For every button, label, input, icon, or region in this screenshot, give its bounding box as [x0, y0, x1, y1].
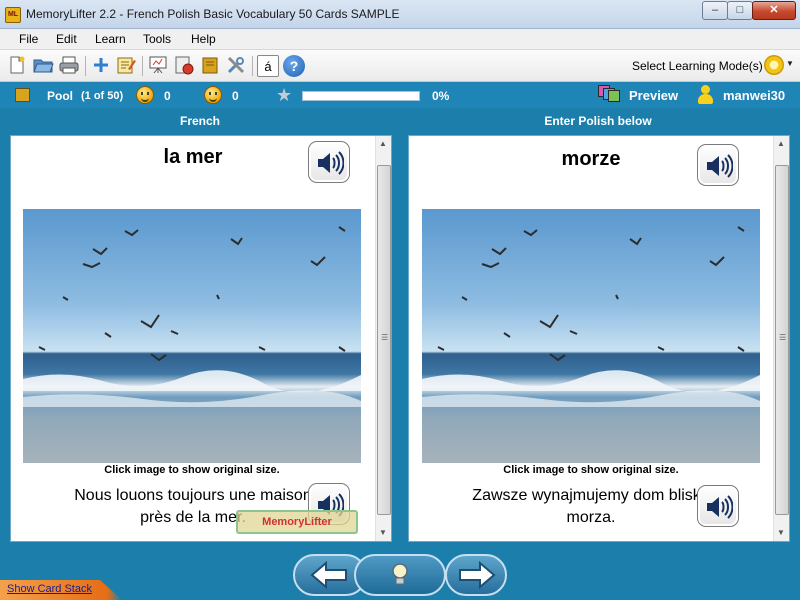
- seagulls-over-sea-image: [23, 226, 361, 407]
- arrow-left-icon: [310, 561, 347, 589]
- toolbar-separator: [85, 56, 86, 76]
- answer-sentence: Zawsze wynajmujemy dom blisko morza.: [472, 487, 710, 526]
- known-smiley-icon: [136, 86, 154, 104]
- open-folder-icon[interactable]: [32, 55, 54, 77]
- unknown-count: 0: [232, 89, 239, 103]
- scroll-down-icon[interactable]: ▼: [777, 528, 785, 537]
- new-file-icon[interactable]: [6, 55, 28, 77]
- next-card-button[interactable]: [445, 554, 507, 596]
- show-card-stack-link[interactable]: Show Card Stack: [7, 583, 92, 595]
- answer-word-audio-button[interactable]: [697, 144, 739, 186]
- question-image-caption[interactable]: Click image to show original size.: [23, 464, 361, 476]
- card-area: French Enter Polish below la mer Click i…: [0, 108, 800, 550]
- menu-bar: File Edit Learn Tools Help: [0, 29, 800, 50]
- question-card: la mer Click image to show original size…: [10, 135, 392, 542]
- print-icon[interactable]: [58, 55, 80, 77]
- speaker-icon: [707, 154, 733, 178]
- tools-icon[interactable]: [225, 55, 247, 77]
- answer-image[interactable]: [422, 209, 760, 463]
- app-icon: ML: [5, 7, 21, 23]
- scroll-down-icon[interactable]: ▼: [379, 528, 387, 537]
- preview-icon[interactable]: [598, 85, 620, 103]
- book-icon[interactable]: [199, 55, 221, 77]
- minimize-button[interactable]: –: [702, 1, 728, 20]
- unknown-smiley-icon: [204, 86, 222, 104]
- scroll-up-icon[interactable]: ▲: [379, 139, 387, 148]
- add-card-icon[interactable]: [90, 55, 112, 77]
- special-char-icon[interactable]: á: [257, 55, 279, 77]
- progress-text: 0%: [432, 89, 450, 103]
- username: manwei30: [723, 88, 786, 103]
- seagulls-over-sea-image: [422, 226, 760, 407]
- pool-icon: [15, 88, 30, 102]
- scroll-thumb[interactable]: ☰: [377, 165, 391, 515]
- known-count: 0: [164, 89, 171, 103]
- toolbar: á ? Select Learning Mode(s) ▼: [0, 50, 800, 82]
- star-icon: ★: [276, 85, 293, 105]
- toolbar-separator: [252, 56, 253, 76]
- learning-mode-icon[interactable]: [764, 55, 784, 75]
- maximize-button[interactable]: □: [727, 1, 753, 20]
- menu-learn[interactable]: Learn: [95, 32, 126, 46]
- edit-card-icon[interactable]: [115, 55, 137, 77]
- memorylifter-watermark: MemoryLifter: [236, 510, 358, 534]
- close-button[interactable]: ✕: [752, 1, 796, 20]
- scroll-thumb[interactable]: ☰: [775, 165, 789, 515]
- learning-mode-label[interactable]: Select Learning Mode(s): [632, 59, 763, 73]
- navigation-bar: [0, 550, 800, 600]
- hint-button[interactable]: [354, 554, 446, 596]
- pool-label: Pool: [47, 89, 73, 103]
- speaker-icon: [707, 495, 733, 519]
- chevron-down-icon[interactable]: ▼: [786, 59, 794, 68]
- question-word-audio-button[interactable]: [308, 141, 350, 183]
- toolbar-separator: [142, 56, 143, 76]
- lightbulb-icon: [392, 563, 408, 585]
- menu-edit[interactable]: Edit: [56, 32, 77, 46]
- status-bar: Pool (1 of 50) 0 0 ★ 0% Preview manwei30: [0, 82, 800, 108]
- question-language-header: French: [179, 114, 220, 128]
- progress-bar: [302, 91, 420, 101]
- scroll-up-icon[interactable]: ▲: [777, 139, 785, 148]
- user-icon: [697, 85, 713, 105]
- pool-count: (1 of 50): [81, 90, 124, 102]
- window-title: MemoryLifter 2.2 - French Polish Basic V…: [26, 7, 400, 21]
- answer-sentence-audio-button[interactable]: [697, 485, 739, 527]
- answer-language-header: Enter Polish below: [544, 114, 652, 128]
- question-scrollbar[interactable]: ▲ ☰ ▼: [375, 136, 391, 541]
- speaker-icon: [318, 151, 344, 175]
- menu-file[interactable]: File: [19, 32, 38, 46]
- help-icon[interactable]: ?: [283, 55, 305, 77]
- question-image[interactable]: [23, 209, 361, 463]
- presentation-icon[interactable]: [147, 55, 169, 77]
- menu-tools[interactable]: Tools: [143, 32, 171, 46]
- menu-help[interactable]: Help: [191, 32, 216, 46]
- title-bar: ML MemoryLifter 2.2 - French Polish Basi…: [0, 0, 800, 29]
- answer-scrollbar[interactable]: ▲ ☰ ▼: [773, 136, 789, 541]
- arrow-right-icon: [459, 561, 496, 589]
- answer-image-caption[interactable]: Click image to show original size.: [422, 464, 760, 476]
- preview-button[interactable]: Preview: [629, 88, 678, 103]
- answer-card: morze Click image to show original size.…: [408, 135, 790, 542]
- settings-icon[interactable]: [173, 55, 195, 77]
